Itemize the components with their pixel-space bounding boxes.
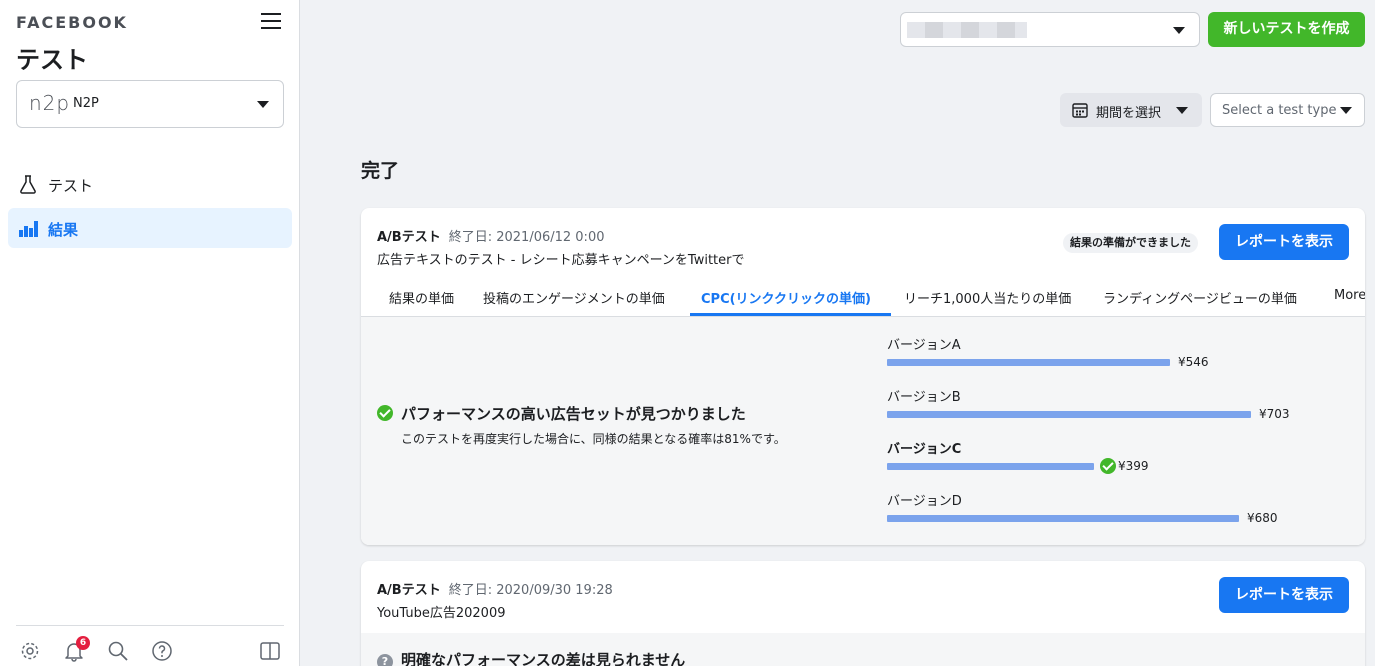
tab-cost-per-landing-page-view[interactable]: ランディングページビューの単価 [1103,288,1297,307]
result-panel: ? 明確なパフォーマンスの差は見られません [361,633,1365,666]
tab-more[interactable]: More [1334,288,1365,303]
version-value: ¥703 [1259,407,1290,421]
check-circle-icon [377,405,393,421]
test-card: A/Bテスト 終了日: 2020/09/30 19:28 YouTube広告202… [361,561,1365,666]
version-value: ¥399 [1118,459,1149,473]
test-type: A/Bテスト [377,583,441,598]
version-bar [887,515,1239,522]
account-selector[interactable]: n2p N2P [16,80,284,128]
period-label: 期間を選択 [1096,106,1162,121]
tab-cost-per-result[interactable]: 結果の単価 [389,288,454,307]
test-end-date: 終了日: 2021/06/12 0:00 [448,230,605,245]
period-select-button[interactable]: 期間を選択 [1060,93,1202,127]
chevron-down-icon [1340,107,1352,114]
panel-toggle-icon[interactable] [259,640,281,662]
version-label: バージョンD [887,494,962,509]
question-circle-icon: ? [377,654,393,666]
notification-badge: 6 [76,636,90,650]
version-label-winner: バージョンC [887,442,962,457]
divider [16,625,284,626]
test-type-placeholder: Select a test type [1222,103,1337,118]
tab-cost-per-engagement[interactable]: 投稿のエンゲージメントの単価 [483,288,665,307]
result-title: 明確なパフォーマンスの差は見られません [401,651,686,666]
version-value: ¥680 [1247,511,1278,525]
winner-check-icon [1100,458,1116,474]
status-badge: 結果の準備ができました [1063,233,1198,253]
search-icon[interactable] [107,640,129,662]
version-label: バージョンA [887,338,961,353]
chevron-down-icon [1173,27,1185,34]
sidebar-item-label: 結果 [48,221,79,239]
page-title: テスト [16,46,88,74]
test-name: 広告テキストのテスト - レシート応募キャンペーンをTwitterで [377,253,745,268]
chevron-down-icon [1176,107,1188,114]
sidebar-item-test[interactable]: テスト [8,164,292,204]
metric-tabs: 結果の単価 投稿のエンゲージメントの単価 CPC(リンククリックの単価) リーチ… [361,280,1365,317]
calendar-icon [1072,103,1088,118]
test-type-select[interactable]: Select a test type [1210,93,1365,127]
test-name: YouTube広告202009 [377,606,506,621]
version-label: バージョンB [887,390,961,405]
tab-cpc[interactable]: CPC(リンククリックの単価) [701,288,871,307]
test-end-date: 終了日: 2020/09/30 19:28 [448,583,613,598]
sidebar-item-label: テスト [48,177,94,195]
account-name: N2P [73,96,99,111]
view-report-button[interactable]: レポートを表示 [1219,577,1349,613]
account-dropdown[interactable] [900,12,1200,47]
flask-icon [20,175,36,194]
facebook-brand: FACEBOOK [16,13,128,32]
tab-cpm[interactable]: リーチ1,000人当たりの単価 [904,288,1071,307]
create-test-button[interactable]: 新しいテストを作成 [1208,12,1365,47]
version-bar [887,359,1170,366]
help-icon[interactable] [151,640,173,662]
result-panel: パフォーマンスの高い広告セットが見つかりました このテストを再度実行した場合に、… [361,317,1365,545]
view-report-button[interactable]: レポートを表示 [1219,224,1349,260]
sidebar: FACEBOOK テスト n2p N2P テスト 結果 6 [0,0,300,666]
bar-chart-icon [19,221,38,237]
sidebar-item-results[interactable]: 結果 [8,208,292,248]
version-value: ¥546 [1178,355,1209,369]
section-title: 完了 [361,160,400,182]
version-bar [887,411,1251,418]
result-description: このテストを再度実行した場合に、同様の結果となる確率は81%です。 [401,432,786,446]
redacted-value [907,22,1027,38]
result-title: パフォーマンスの高い広告セットが見つかりました [401,405,746,423]
chevron-down-icon [257,101,269,108]
test-card: A/Bテスト 終了日: 2021/06/12 0:00 広告テキストのテスト - … [361,208,1365,545]
version-bar [887,463,1094,470]
active-tab-indicator [690,313,891,316]
test-type: A/Bテスト [377,230,441,245]
menu-icon[interactable] [261,13,281,31]
account-logo: n2p [29,91,71,115]
gear-icon[interactable] [19,640,41,662]
